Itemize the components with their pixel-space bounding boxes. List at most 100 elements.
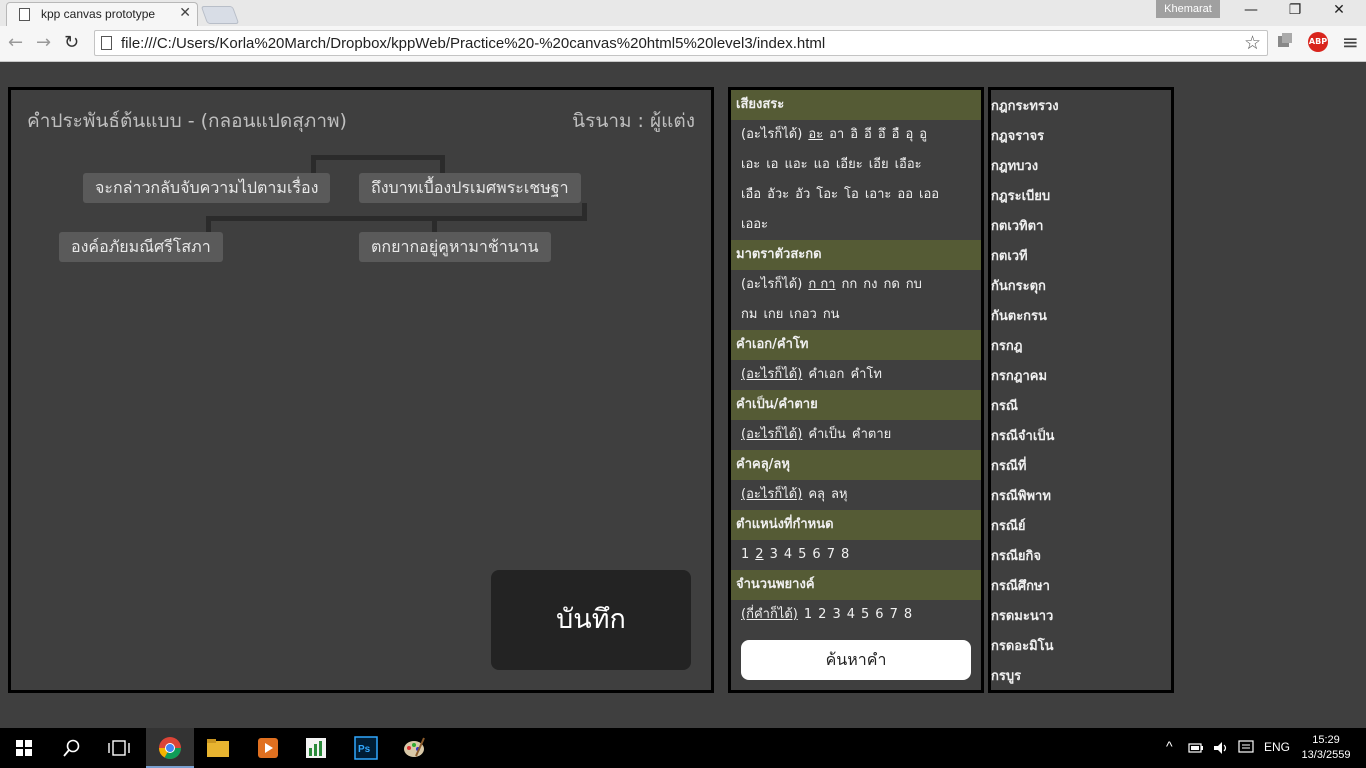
word-list-item[interactable]: กรดมะนาว [991,602,1171,632]
clock[interactable]: 15:29 13/3/2559 [1298,733,1354,763]
filter-option[interactable]: อึ [878,120,886,150]
filter-option[interactable]: (อะไรก็ได้) [741,420,802,450]
word-list-item[interactable]: กรดอะมิโน [991,632,1171,662]
word-list-item[interactable]: กฎกระทรวง [991,92,1171,122]
filter-option[interactable]: แอ [814,150,830,180]
filter-option[interactable]: เกอว [789,300,816,330]
search-words-button[interactable]: ค้นหาคำ [741,640,971,680]
task-view-icon[interactable] [108,739,130,757]
filter-option[interactable]: อา [829,120,844,150]
filter-option[interactable]: คำโท [850,360,882,390]
word-list-item[interactable]: กรณีย์ [991,512,1171,542]
url-text[interactable]: file:///C:/Users/Korla%20March/Dropbox/k… [121,35,825,52]
word-list-item[interactable]: กรณีจำเป็น [991,422,1171,452]
tab-close-icon[interactable]: ✕ [179,5,191,21]
verse-3[interactable]: องค์อภัยมณีศรีโสภา [59,232,223,262]
filter-option[interactable]: อิ [850,120,858,150]
filter-option[interactable]: เออ [919,180,939,210]
filter-option[interactable]: 7 [890,600,898,630]
filter-option[interactable]: 3 [770,540,778,570]
reload-icon[interactable]: ↻ [64,32,79,53]
filter-option[interactable]: 1 [741,540,749,570]
input-language[interactable]: ENG [1264,740,1290,754]
filter-option[interactable]: 2 [818,600,826,630]
filter-option[interactable]: อัว [795,180,810,210]
word-list-item[interactable]: กตเวทิตา [991,212,1171,242]
filter-option[interactable]: 8 [904,600,912,630]
filter-option[interactable]: เอีย [869,150,889,180]
word-list-item[interactable]: กันตะกรน [991,302,1171,332]
filter-option[interactable]: คลุ [808,480,825,510]
battery-icon[interactable] [1188,742,1204,754]
word-list-item[interactable]: กรณี [991,392,1171,422]
filter-option[interactable]: ลหุ [831,480,848,510]
verse-1[interactable]: จะกล่าวกลับจับความไปตามเรื่อง [83,173,331,203]
filter-option[interactable]: (อะไรก็ได้) [741,480,802,510]
filter-option[interactable]: โอะ [816,180,838,210]
word-list-item[interactable]: กฎระเบียบ [991,182,1171,212]
filter-option[interactable]: อื [892,120,900,150]
filter-option[interactable]: กด [883,270,899,300]
paint-icon[interactable] [402,736,426,760]
spreadsheet-app-icon[interactable] [304,736,328,760]
filter-option[interactable]: 4 [784,540,792,570]
adblock-icon[interactable]: ABP [1308,32,1328,52]
filter-option[interactable]: คำตาย [852,420,891,450]
filter-option[interactable]: 6 [875,600,883,630]
browser-menu-icon[interactable]: ≡ [1342,30,1359,54]
filter-option[interactable]: เอือะ [895,150,922,180]
word-list-item[interactable]: กฎทบวง [991,152,1171,182]
word-list-item[interactable]: กรกฎาคม [991,362,1171,392]
filter-option[interactable]: กน [823,300,840,330]
volume-icon[interactable] [1212,740,1230,756]
browser-tab[interactable]: kpp canvas prototype ✕ [6,2,198,26]
forward-arrow-icon[interactable]: → [36,32,51,53]
back-arrow-icon[interactable]: ← [8,32,23,53]
extension-icon[interactable] [1276,32,1294,50]
filter-option[interactable]: เอะ [741,150,760,180]
filter-option[interactable]: คำเอก [808,360,844,390]
filter-option[interactable]: เกย [763,300,783,330]
verse-2[interactable]: ถึงบาทเบื้องปรเมศพระเชษฐา [359,173,581,203]
filter-option[interactable]: (อะไรก็ได้) [741,120,802,150]
filter-option[interactable]: อุ [905,120,913,150]
filter-option[interactable]: กบ [906,270,922,300]
filter-option[interactable]: 5 [861,600,869,630]
filter-option[interactable]: (อะไรก็ได้) [741,360,802,390]
filter-option[interactable]: กง [863,270,877,300]
windows-start-icon[interactable] [16,740,32,756]
filter-option[interactable]: เออะ [741,210,768,240]
filter-option[interactable]: 3 [832,600,840,630]
filter-option[interactable]: 1 [804,600,812,630]
window-close-button[interactable]: ✕ [1316,2,1362,18]
filter-option[interactable]: กก [842,270,858,300]
filter-option[interactable]: 8 [841,540,849,570]
word-list-item[interactable]: กรณียกิจ [991,542,1171,572]
filter-option[interactable]: อี [864,120,872,150]
filter-option[interactable]: เอ [766,150,778,180]
filter-option[interactable]: 2 [755,540,763,570]
media-player-icon[interactable] [256,736,280,760]
filter-option[interactable]: 4 [847,600,855,630]
filter-option[interactable]: อัวะ [767,180,789,210]
word-list-item[interactable]: กตเวที [991,242,1171,272]
notifications-icon[interactable] [1238,740,1254,756]
filter-option[interactable]: โอ [844,180,859,210]
minimize-button[interactable]: — [1228,2,1274,18]
bookmark-star-icon[interactable]: ☆ [1244,32,1261,54]
filter-option[interactable]: คำเป็น [808,420,846,450]
word-list-item[interactable]: กฎจราจร [991,122,1171,152]
word-list-item[interactable]: กันกระตุก [991,272,1171,302]
filter-option[interactable]: ออ [897,180,913,210]
filter-option[interactable]: อะ [808,120,823,150]
search-icon[interactable] [62,738,82,758]
new-tab-button[interactable] [200,6,240,24]
filter-option[interactable]: กม [741,300,757,330]
verse-4[interactable]: ตกยากอยู่คูหามาช้านาน [359,232,551,262]
filter-option[interactable]: 7 [827,540,835,570]
word-list-item[interactable]: กรกฎ [991,332,1171,362]
filter-option[interactable]: (อะไรก็ได้) [741,270,802,300]
filter-option[interactable]: แอะ [785,150,808,180]
filter-option[interactable]: 5 [798,540,806,570]
profile-badge[interactable]: Khemarat [1156,0,1220,18]
